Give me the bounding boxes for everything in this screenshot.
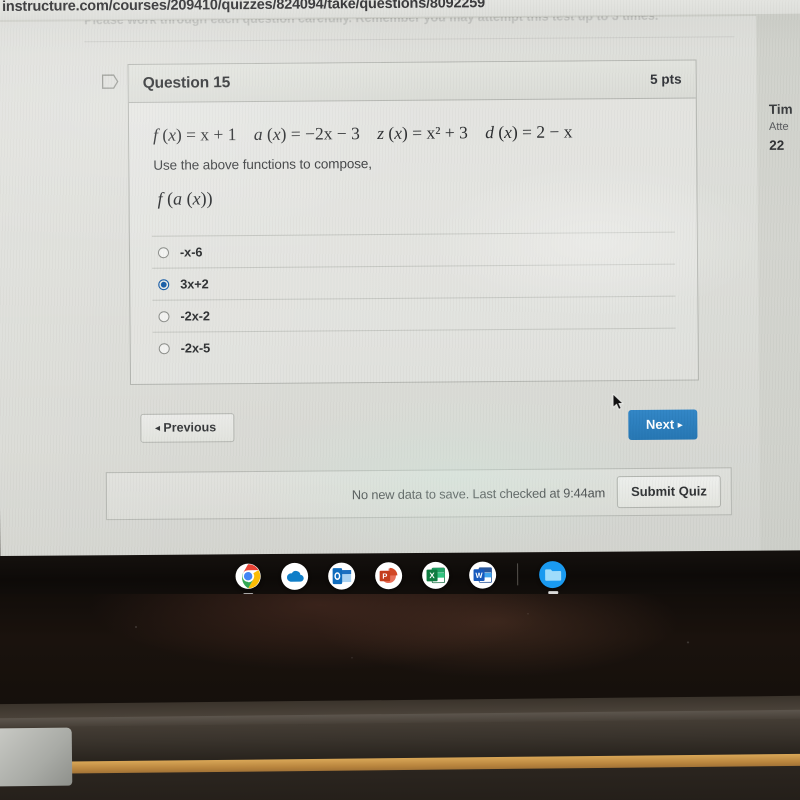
question-body: f (x) = x + 1 a (x) = −2x − 3 z (x) = x²… bbox=[129, 99, 698, 384]
radio-button-1[interactable] bbox=[157, 246, 170, 258]
windows-taskbar: P X W bbox=[0, 550, 800, 600]
function-a-body: = −2x − 3 bbox=[290, 123, 360, 144]
answer-label-2: 3x+2 bbox=[180, 276, 209, 292]
answer-label-4: -2x-5 bbox=[180, 340, 211, 356]
url-text: instructure.com/courses/209410/quizzes/8… bbox=[1, 0, 485, 15]
question-points: 5 pts bbox=[650, 71, 682, 87]
quiz-navigation: ◂ Previous Next ▸ bbox=[130, 409, 698, 444]
question-title: Question 15 bbox=[142, 73, 231, 92]
function-def-f: f (x) = x + 1 bbox=[152, 124, 237, 145]
answer-label-1: -x-6 bbox=[179, 244, 203, 260]
powerpoint-icon: P bbox=[379, 567, 398, 583]
function-def-d: d (x) = 2 − x bbox=[485, 121, 573, 143]
taskbar-item-chrome[interactable] bbox=[234, 563, 261, 596]
submit-quiz-button[interactable]: Submit Quiz bbox=[616, 475, 722, 509]
taskbar-item-outlook[interactable] bbox=[328, 561, 356, 590]
function-def-z: z (x) = x² + 3 bbox=[377, 122, 468, 144]
question-card: Question 15 5 pts f (x) = x + 1 a (x) = … bbox=[101, 59, 700, 385]
laptop-screen-photo: instructure.com/courses/209410/quizzes/8… bbox=[0, 0, 800, 800]
question-prompt: Use the above functions to compose, bbox=[153, 156, 372, 173]
quiz-sidebar: Tim Atte 22 bbox=[769, 102, 800, 153]
answer-option-2[interactable]: 3x+2 bbox=[152, 264, 676, 301]
taskbar-item-excel[interactable]: X bbox=[422, 561, 450, 589]
function-f-body: = x + 1 bbox=[186, 124, 237, 145]
left-caret-icon: ◂ bbox=[155, 422, 160, 433]
answer-option-3[interactable]: -2x-2 bbox=[152, 296, 676, 333]
flag-question-icon[interactable] bbox=[101, 74, 119, 89]
outlook-icon bbox=[332, 567, 351, 584]
mouse-cursor bbox=[612, 393, 624, 410]
svg-text:P: P bbox=[382, 571, 387, 580]
radio-button-3[interactable] bbox=[158, 310, 170, 322]
excel-icon: X bbox=[426, 567, 445, 583]
taskbar-item-word[interactable]: W bbox=[469, 560, 497, 589]
radio-button-4[interactable] bbox=[158, 342, 170, 354]
time-label: Tim bbox=[768, 101, 793, 117]
chrome-icon bbox=[235, 563, 261, 589]
answer-label-3: -2x-2 bbox=[180, 308, 210, 324]
next-question-button[interactable]: Next ▸ bbox=[627, 409, 698, 441]
composition-expression: f (a (x)) bbox=[157, 188, 213, 209]
taskbar-separator bbox=[517, 563, 519, 586]
attempt-label: Atte bbox=[768, 120, 789, 133]
function-def-a: a (x) = −2x − 3 bbox=[253, 123, 360, 144]
answer-option-1[interactable]: -x-6 bbox=[151, 232, 676, 269]
svg-text:X: X bbox=[429, 571, 435, 580]
answer-option-4[interactable]: -2x-5 bbox=[153, 329, 676, 364]
submit-quiz-label: Submit Quiz bbox=[630, 483, 707, 500]
question-header: Question 15 5 pts bbox=[128, 60, 696, 103]
answer-options-list: -x-6 3x+2 -2x-2 -2x-5 bbox=[151, 231, 676, 364]
svg-text:W: W bbox=[475, 570, 483, 579]
right-caret-icon: ▸ bbox=[677, 419, 683, 430]
radio-button-2-selected[interactable] bbox=[158, 278, 170, 290]
autosave-bar: No new data to save. Last checked at 9:4… bbox=[105, 467, 733, 521]
hinge-highlight bbox=[0, 709, 800, 728]
function-d-body: = 2 − x bbox=[522, 121, 573, 142]
taskbar-item-onedrive[interactable] bbox=[281, 562, 309, 590]
attempt-value: 22 bbox=[769, 137, 785, 153]
onedrive-icon bbox=[287, 570, 304, 582]
laptop-corner-plate bbox=[0, 727, 73, 787]
function-definitions: f (x) = x + 1 a (x) = −2x − 3 z (x) = x²… bbox=[153, 121, 674, 146]
word-icon: W bbox=[473, 566, 492, 583]
function-z-body: = x² + 3 bbox=[412, 122, 468, 143]
previous-question-button[interactable]: ◂ Previous bbox=[140, 413, 235, 443]
screen-bezel-reflection bbox=[0, 594, 800, 704]
taskbar-item-files[interactable] bbox=[539, 560, 567, 594]
taskbar-item-powerpoint[interactable]: P bbox=[375, 561, 403, 589]
browser-viewport: instructure.com/courses/209410/quizzes/8… bbox=[0, 0, 800, 560]
files-folder-icon bbox=[544, 568, 561, 581]
previous-button-label: Previous bbox=[163, 420, 217, 435]
autosave-status-text: No new data to save. Last checked at 9:4… bbox=[351, 484, 606, 502]
next-button-label: Next bbox=[645, 416, 675, 432]
